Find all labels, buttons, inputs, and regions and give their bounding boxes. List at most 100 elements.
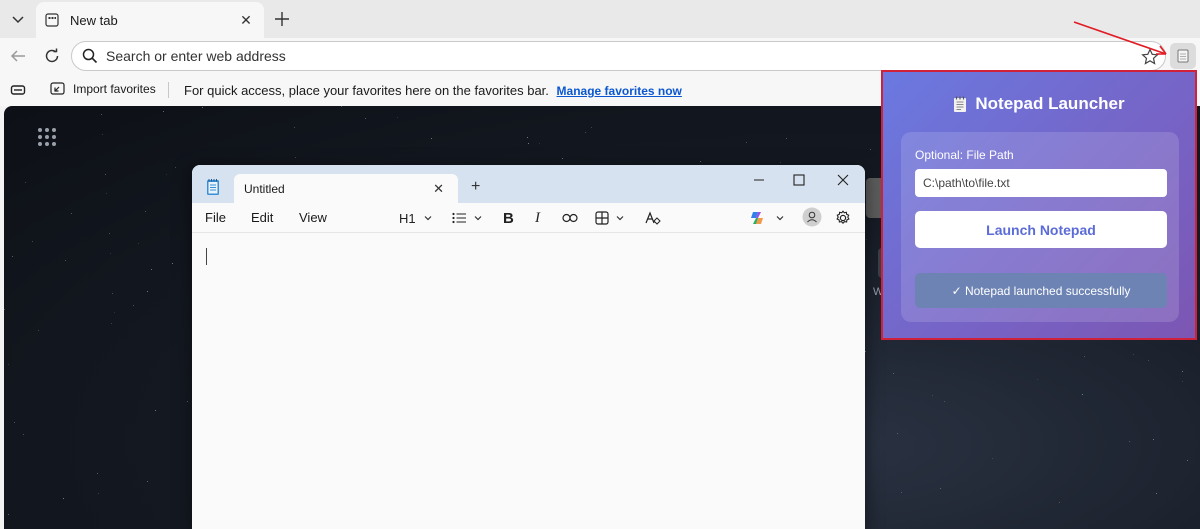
favorites-icon[interactable] xyxy=(10,82,26,98)
star-dot xyxy=(1082,394,1083,395)
tab-new-tab[interactable]: New tab ✕ xyxy=(36,2,264,38)
star-dot xyxy=(1059,502,1060,503)
star-dot xyxy=(32,241,33,242)
menu-view[interactable]: View xyxy=(299,210,327,225)
star-dot xyxy=(992,458,993,459)
popup-card: Optional: File Path Launch Notepad ✓ Not… xyxy=(901,132,1179,322)
tab-actions-menu-button[interactable] xyxy=(4,5,32,33)
manage-favorites-link[interactable]: Manage favorites now xyxy=(557,84,682,98)
close-tab-icon[interactable]: ✕ xyxy=(236,10,256,30)
notepad-menubar: File Edit View H1 B I xyxy=(192,203,865,233)
menu-file[interactable]: File xyxy=(205,210,226,225)
list-dropdown[interactable] xyxy=(452,209,483,227)
star-dot xyxy=(944,401,945,402)
maximize-icon[interactable] xyxy=(788,169,810,191)
star-dot xyxy=(102,134,103,135)
star-dot xyxy=(147,481,148,482)
chevron-down-icon xyxy=(424,216,432,221)
star-dot xyxy=(585,132,586,133)
italic-icon[interactable]: I xyxy=(535,209,540,227)
back-button[interactable] xyxy=(4,42,32,70)
notepad-tab-untitled[interactable]: Untitled ✕ xyxy=(234,174,458,203)
close-window-icon[interactable] xyxy=(832,169,854,191)
heading-dropdown[interactable]: H1 xyxy=(399,209,433,227)
copilot-dropdown[interactable] xyxy=(749,209,785,227)
refresh-button[interactable] xyxy=(38,42,66,70)
star-dot xyxy=(25,182,26,183)
notepad-text-area[interactable] xyxy=(192,234,865,529)
launch-notepad-button[interactable]: Launch Notepad xyxy=(915,211,1167,248)
star-dot xyxy=(294,127,295,128)
star-dot xyxy=(528,143,529,144)
star-dot xyxy=(109,233,110,234)
star-dot xyxy=(114,312,115,313)
chevron-down-icon xyxy=(616,216,624,221)
star-dot xyxy=(202,107,203,108)
star-dot xyxy=(940,488,941,489)
notepad-launcher-popup: Notepad Launcher Optional: File Path Lau… xyxy=(881,70,1197,340)
star-dot xyxy=(1129,441,1130,442)
star-dot xyxy=(14,422,15,423)
star-dot xyxy=(295,157,296,158)
star-dot xyxy=(780,162,781,163)
favorites-message-text: For quick access, place your favorites h… xyxy=(184,83,549,98)
star-dot xyxy=(431,138,432,139)
star-dot xyxy=(155,410,156,411)
star-dot xyxy=(897,433,898,434)
star-dot xyxy=(8,364,9,365)
star-dot xyxy=(1156,493,1157,494)
bold-icon[interactable]: B xyxy=(503,209,514,227)
star-dot xyxy=(893,373,894,374)
import-favorites-button[interactable]: Import favorites xyxy=(50,81,156,96)
chevron-down-icon xyxy=(776,216,784,221)
file-path-input[interactable] xyxy=(915,169,1167,197)
star-dot xyxy=(145,211,146,212)
chevron-down-icon xyxy=(474,216,482,221)
import-icon xyxy=(50,82,65,95)
favorites-message: For quick access, place your favorites h… xyxy=(184,83,682,98)
star-dot xyxy=(175,167,176,168)
apps-launcher-icon[interactable] xyxy=(38,128,56,146)
table-dropdown[interactable] xyxy=(595,209,625,227)
notepad-new-tab-icon[interactable]: + xyxy=(471,178,480,196)
link-icon[interactable] xyxy=(562,209,578,227)
address-input[interactable] xyxy=(106,48,1106,64)
clear-formatting-icon[interactable] xyxy=(645,209,661,227)
star-dot xyxy=(397,117,398,118)
star-dot xyxy=(1037,379,1038,380)
star-dot xyxy=(365,118,366,119)
new-tab-button[interactable] xyxy=(268,5,296,33)
star-dot xyxy=(1133,354,1134,355)
star-dot xyxy=(133,305,134,306)
star-dot xyxy=(106,193,107,194)
browser-toolbar xyxy=(0,38,1200,74)
star-dot xyxy=(63,498,64,499)
heading-label: H1 xyxy=(399,210,416,226)
menu-edit[interactable]: Edit xyxy=(251,210,273,225)
star-dot xyxy=(562,158,563,159)
address-bar[interactable] xyxy=(71,41,1166,71)
star-dot xyxy=(187,401,188,402)
close-tab-icon[interactable]: ✕ xyxy=(433,181,444,197)
star-dot xyxy=(865,351,866,352)
star-dot xyxy=(1148,360,1149,361)
minimize-icon[interactable] xyxy=(748,169,770,191)
star-dot xyxy=(932,395,933,396)
star-dot xyxy=(870,149,871,150)
star-dot xyxy=(172,263,173,264)
file-path-label: Optional: File Path xyxy=(915,148,1014,162)
notepad-app-icon xyxy=(207,179,219,195)
popup-title-text: Notepad Launcher xyxy=(975,94,1125,113)
settings-gear-icon[interactable] xyxy=(835,209,851,227)
tab-strip: New tab ✕ xyxy=(0,0,1200,38)
star-dot xyxy=(1153,439,1154,440)
star-dot xyxy=(111,323,112,324)
annotation-arrow xyxy=(1073,21,1167,55)
account-avatar-icon[interactable] xyxy=(802,207,822,227)
star-dot xyxy=(746,142,747,143)
notepad-icon xyxy=(954,96,967,112)
copilot-icon xyxy=(751,212,763,224)
star-dot xyxy=(147,291,148,292)
notepad-titlebar: Untitled ✕ + xyxy=(192,165,865,203)
status-message: ✓ Notepad launched successfully xyxy=(915,273,1167,308)
